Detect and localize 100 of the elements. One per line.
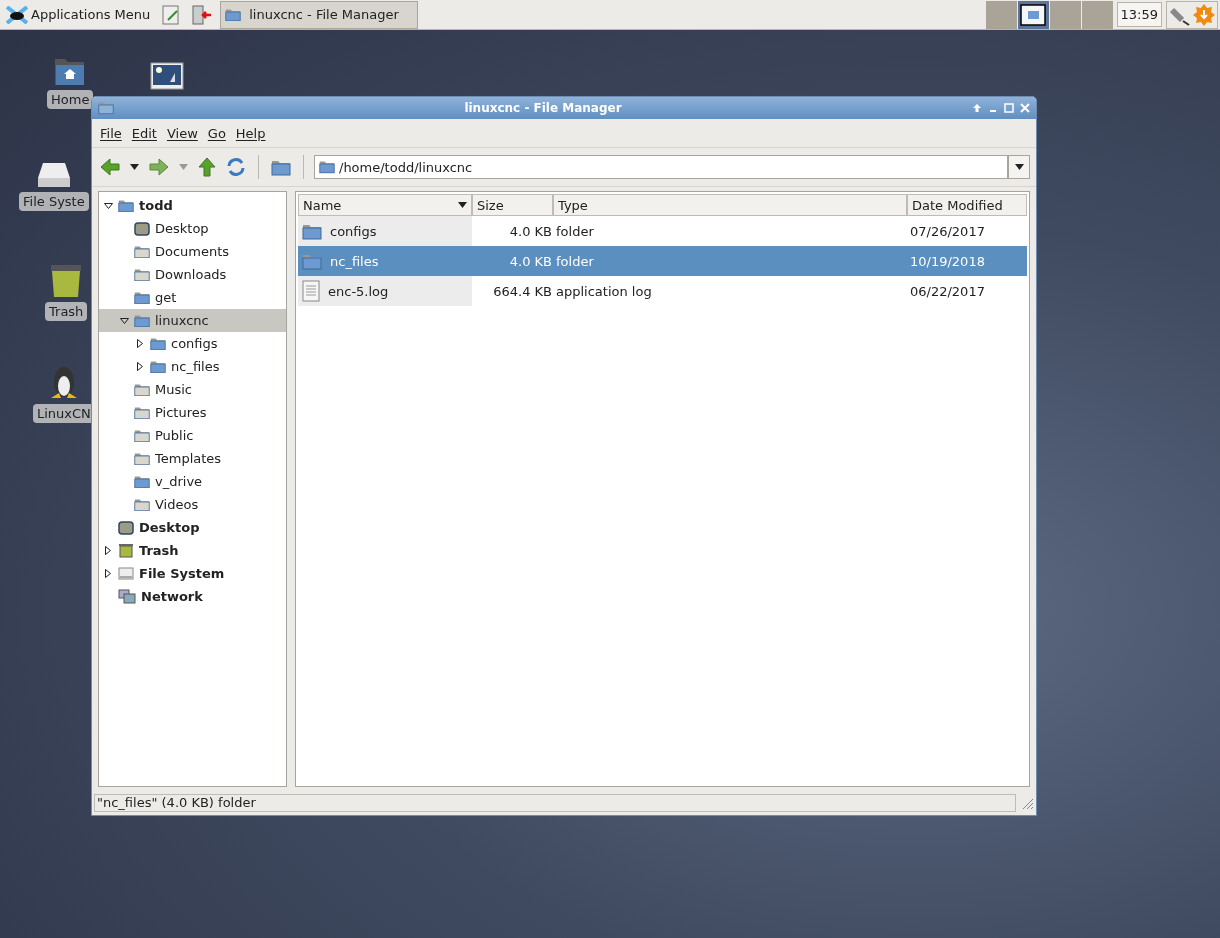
folder-icon xyxy=(134,474,150,489)
tree-label: Desktop xyxy=(155,221,209,236)
tree-item[interactable]: Trash xyxy=(99,539,286,562)
raise-icon[interactable] xyxy=(972,103,982,113)
forward-history-button[interactable] xyxy=(177,162,190,172)
back-button[interactable] xyxy=(98,156,122,178)
expander-icon[interactable] xyxy=(119,317,129,324)
column-header[interactable]: Type xyxy=(553,194,907,216)
back-arrow-icon xyxy=(100,158,120,176)
tree-item[interactable]: nc_files xyxy=(99,355,286,378)
desktop-icon-label[interactable]: Home xyxy=(47,90,94,109)
drive-icon xyxy=(36,162,71,188)
file-size: 4.0 KB xyxy=(508,222,553,241)
tree-item[interactable]: linuxcnc xyxy=(99,309,286,332)
text-editor-icon xyxy=(162,4,181,25)
tree-item[interactable]: Network xyxy=(99,585,286,608)
folder-icon xyxy=(134,405,150,420)
expander-icon[interactable] xyxy=(137,339,143,348)
caret-icon xyxy=(1014,164,1024,170)
menu-item[interactable]: Help xyxy=(235,125,266,141)
column-header[interactable]: Date Modified xyxy=(907,194,1027,216)
tree-item[interactable]: Documents xyxy=(99,240,286,263)
expander-icon[interactable] xyxy=(105,546,111,555)
caret-icon xyxy=(179,164,188,170)
trash-icon xyxy=(118,543,134,558)
mouse-logo-icon xyxy=(6,5,28,24)
file-row[interactable]: configs 4.0 KB folder 07/26/2017 xyxy=(298,216,1027,246)
folder-icon xyxy=(134,244,150,259)
folder-icon xyxy=(319,160,335,174)
tree-label: Videos xyxy=(155,497,199,512)
expander-icon[interactable] xyxy=(103,202,113,209)
folder-icon xyxy=(134,497,150,512)
tree-item[interactable]: Downloads xyxy=(99,263,286,286)
expander-icon[interactable] xyxy=(105,569,111,578)
logout-icon xyxy=(192,4,213,25)
tree-label: File System xyxy=(139,566,225,581)
tree-item[interactable]: Videos xyxy=(99,493,286,516)
file-size: 4.0 KB xyxy=(508,252,553,271)
tree-label: Public xyxy=(155,428,194,443)
update-star-icon[interactable] xyxy=(1193,3,1215,26)
sort-caret-icon xyxy=(458,202,467,208)
up-button[interactable] xyxy=(196,155,218,179)
menu-item[interactable]: Go xyxy=(207,125,226,141)
folder-icon xyxy=(271,158,291,176)
forward-button[interactable] xyxy=(147,156,171,178)
tree-item[interactable]: todd xyxy=(99,194,286,217)
tree-item[interactable]: Public xyxy=(99,424,286,447)
window-title: linuxcnc - File Manager xyxy=(463,101,623,115)
window-folder-icon xyxy=(98,101,114,115)
tree-item[interactable]: get xyxy=(99,286,286,309)
tree-item[interactable]: File System xyxy=(99,562,286,585)
tree-label: todd xyxy=(139,198,173,213)
expander-icon[interactable] xyxy=(137,362,143,371)
file-date: 10/19/2018 xyxy=(909,252,986,271)
file-row[interactable]: enc-5.log 664.4 KB application log 06/22/2017 xyxy=(298,276,1027,306)
desktop-icon-label[interactable]: File Syste xyxy=(19,192,89,211)
resize-grip-icon[interactable] xyxy=(1020,796,1034,810)
tree-item[interactable]: Music xyxy=(99,378,286,401)
menu-item[interactable]: File xyxy=(100,125,122,141)
menu-item[interactable]: View xyxy=(166,125,198,141)
home-folder-icon xyxy=(54,58,87,86)
folder-icon xyxy=(302,222,322,240)
file-name: configs xyxy=(330,223,377,239)
tree-item[interactable]: Desktop xyxy=(99,217,286,240)
forward-arrow-icon xyxy=(149,158,169,176)
file-type: folder xyxy=(555,252,595,271)
desktop-icon xyxy=(118,520,134,535)
folder-icon xyxy=(150,359,166,374)
tree-label: get xyxy=(155,290,177,305)
folder-icon xyxy=(225,7,242,22)
back-history-button[interactable] xyxy=(128,162,141,172)
tree-label: Pictures xyxy=(155,405,207,420)
tree-item[interactable]: v_drive xyxy=(99,470,286,493)
tree-label: nc_files xyxy=(171,359,220,374)
file-date: 07/26/2017 xyxy=(909,222,986,241)
tree-item[interactable]: Pictures xyxy=(99,401,286,424)
tree-item[interactable]: configs xyxy=(99,332,286,355)
tree-item[interactable]: Templates xyxy=(99,447,286,470)
maximize-icon[interactable] xyxy=(1004,103,1014,113)
column-header[interactable]: Size xyxy=(472,194,553,216)
desktop-icon-label[interactable]: Trash xyxy=(45,302,88,321)
close-icon[interactable] xyxy=(1020,103,1030,113)
workspace-button[interactable] xyxy=(1017,0,1049,29)
file-type: application log xyxy=(555,282,653,301)
home-folder-icon xyxy=(118,198,134,213)
location-dropdown-button[interactable] xyxy=(1008,155,1030,179)
caret-icon xyxy=(130,164,139,170)
task-button[interactable]: linuxcnc - File Manager xyxy=(220,0,419,29)
menu-item[interactable]: Edit xyxy=(131,125,157,141)
folder-icon xyxy=(134,382,150,397)
tree-label: Music xyxy=(155,382,192,397)
clock[interactable]: 13:59 xyxy=(1116,2,1162,27)
tree-label: Trash xyxy=(139,543,179,558)
applications-menu-button[interactable]: Applications Menu xyxy=(2,3,155,26)
file-date: 06/22/2017 xyxy=(909,282,986,301)
location-field[interactable]: /home/todd/linuxcnc xyxy=(314,155,1008,179)
column-header[interactable]: Name xyxy=(298,194,472,216)
drive-icon xyxy=(118,567,134,580)
tree-item[interactable]: Desktop xyxy=(99,516,286,539)
tree-label: Templates xyxy=(155,451,222,466)
